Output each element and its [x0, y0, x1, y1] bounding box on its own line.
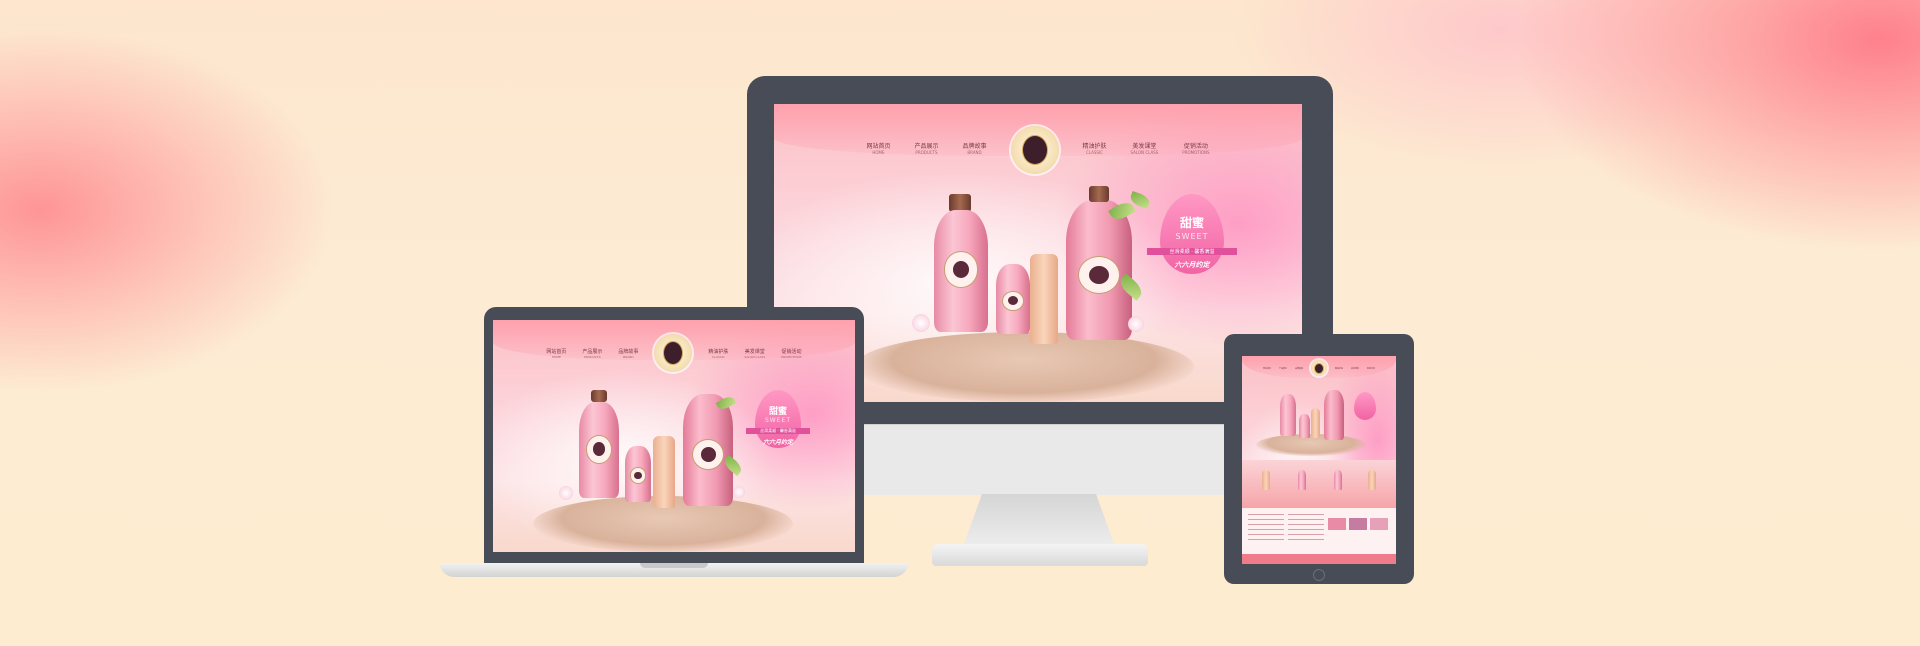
nav-products[interactable]: 产品展示: [1279, 367, 1287, 370]
laptop-website-screen: 网站首页 HOME 产品展示 PRODUCTS 品牌故事 BRAND 精油护肤 CLAS…: [493, 320, 855, 552]
nav-classic[interactable]: 精油护肤 CLASSIC: [1083, 141, 1107, 155]
product-thumb[interactable]: [1298, 470, 1306, 490]
nav-brand[interactable]: 品牌故事 BRAND: [618, 348, 638, 359]
site-footer: [1242, 554, 1396, 564]
site-logo[interactable]: [1311, 360, 1327, 376]
flower: [733, 486, 745, 498]
tablet-home-button[interactable]: [1313, 569, 1325, 581]
conditioner-bottle: [1066, 200, 1132, 340]
main-nav: 网站首页 HOME 产品展示 PRODUCTS 品牌故事 BRAND 精油护肤 CLAS…: [774, 122, 1302, 174]
nav-salon-class[interactable]: 美发课堂 SALON CLASS: [744, 348, 765, 359]
nav-brand[interactable]: 品牌故事 BRAND: [962, 141, 986, 155]
nav-salon-class[interactable]: 美发课堂 SALON CLASS: [1131, 141, 1159, 155]
nav-home[interactable]: 网站首页 HOME: [546, 348, 566, 359]
nav-promotions[interactable]: 促销活动 PROMOTIONS: [1182, 141, 1209, 155]
main-nav: 网站首页 HOME 产品展示 PRODUCTS 品牌故事 BRAND 精油护肤 CLAS…: [493, 334, 855, 372]
site-logo[interactable]: [1010, 126, 1059, 174]
shampoo-bottle: [1280, 394, 1296, 436]
small-pump-bottle: [1299, 414, 1310, 438]
news-list: [1248, 514, 1284, 544]
sand-base: [854, 332, 1194, 402]
desktop-stand: [964, 494, 1114, 544]
flower: [912, 314, 930, 332]
nav-promotions[interactable]: 促销活动 PROMOTIONS: [781, 348, 801, 359]
promo-title: 甜蜜: [1179, 216, 1204, 230]
nav-salon-class[interactable]: 美发课堂: [1351, 367, 1359, 370]
conditioner-bottle: [1324, 390, 1344, 440]
promo-drop: 甜蜜 SWEET 丝滑柔顺 · 馨香满溢 六六月约定: [745, 390, 811, 448]
shampoo-bottle: [579, 402, 619, 498]
lotion-bottle: [653, 436, 675, 508]
promo-subtitle: SWEET: [1175, 232, 1209, 241]
promo-tagline: 丝滑柔顺 · 馨香满溢: [745, 428, 811, 434]
promo-cta[interactable]: 六六月约定: [750, 437, 805, 446]
bottle-cap: [591, 390, 607, 402]
nav-products[interactable]: 产品展示 PRODUCTS: [582, 348, 602, 359]
gallery-thumb[interactable]: [1370, 518, 1388, 530]
tablet-website-screen: 网站首页 产品展示 品牌故事 精油护肤 美发课堂 促销活动: [1242, 356, 1396, 564]
nav-brand[interactable]: 品牌故事: [1295, 367, 1303, 370]
nav-products[interactable]: 产品展示 PRODUCTS: [914, 141, 938, 155]
product-thumb[interactable]: [1368, 470, 1376, 490]
gallery-thumb[interactable]: [1328, 518, 1346, 530]
shampoo-bottle: [934, 210, 988, 332]
small-pump-bottle: [625, 446, 651, 502]
product-thumb[interactable]: [1334, 470, 1342, 490]
nav-promotions[interactable]: 促销活动: [1367, 367, 1375, 370]
laptop-trackpad-notch: [640, 563, 708, 568]
nav-home[interactable]: 网站首页 HOME: [866, 141, 890, 155]
nav-classic[interactable]: 精油护肤: [1335, 367, 1343, 370]
promo-drop: [1354, 392, 1376, 420]
news-list: [1288, 514, 1324, 544]
lotion-bottle: [1030, 254, 1058, 344]
main-nav: 网站首页 产品展示 品牌故事 精油护肤 美发课堂 促销活动: [1242, 360, 1396, 376]
bottle-cap: [1089, 186, 1109, 202]
lotion-bottle: [1311, 408, 1320, 438]
flower: [1128, 316, 1144, 332]
nav-classic[interactable]: 精油护肤 CLASSIC: [708, 348, 728, 359]
promo-drop: 甜蜜 SWEET 丝滑柔顺 · 馨香满溢 六六月约定: [1147, 194, 1237, 274]
small-pump-bottle: [996, 264, 1030, 334]
promo-tagline: 丝滑柔顺 · 馨香满溢: [1147, 248, 1237, 255]
product-thumb[interactable]: [1262, 470, 1270, 490]
promo-subtitle: SWEET: [765, 417, 791, 424]
nav-home[interactable]: 网站首页: [1263, 367, 1271, 370]
flower: [559, 486, 573, 500]
conditioner-bottle: [683, 394, 733, 506]
desktop-stand-base: [932, 544, 1148, 566]
gallery-thumb[interactable]: [1349, 518, 1367, 530]
site-logo[interactable]: [654, 334, 693, 372]
promo-title: 甜蜜: [768, 407, 787, 417]
promo-cta[interactable]: 六六月约定: [1154, 260, 1231, 270]
